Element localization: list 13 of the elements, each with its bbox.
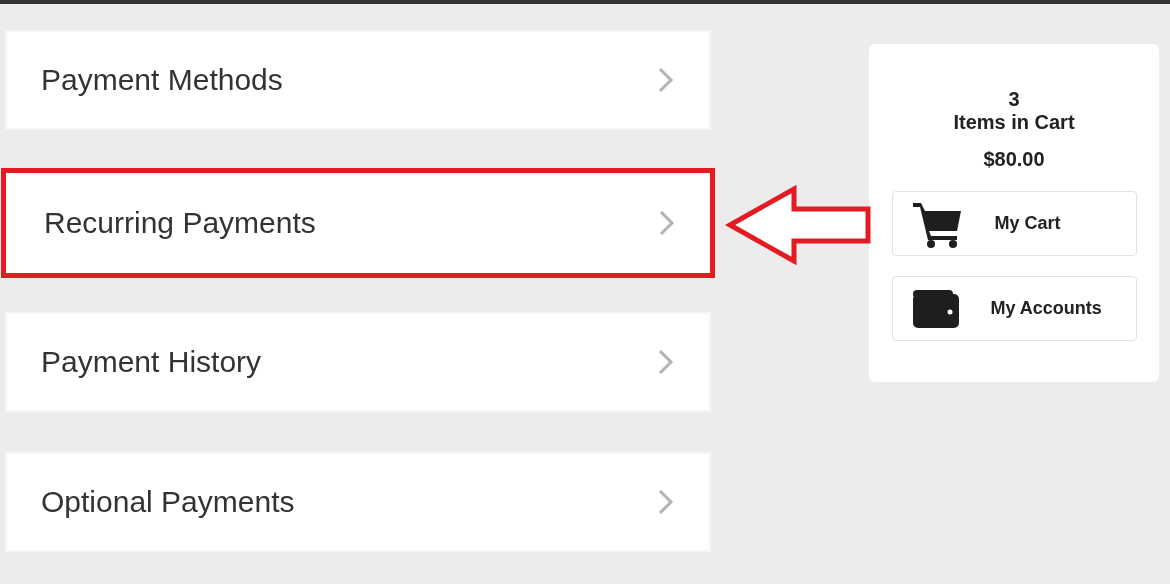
menu-item[interactable]: Optional Payments (5, 452, 711, 552)
cart-count: 3 (1008, 88, 1020, 111)
cart-total: $80.00 (983, 148, 1045, 171)
wallet-icon (910, 287, 961, 330)
my-cart-button[interactable]: My Cart (891, 191, 1137, 256)
my-accounts-button[interactable]: My Accounts (891, 276, 1137, 341)
menu-item[interactable]: Payment History (5, 312, 711, 412)
cart-caption: Items in Cart (953, 111, 1075, 134)
chevron-icon (657, 488, 675, 516)
chevron-icon (657, 66, 675, 94)
chevron-icon (658, 209, 676, 237)
menu-item[interactable]: Payment Methods (5, 30, 711, 130)
chevron-icon (657, 348, 675, 376)
